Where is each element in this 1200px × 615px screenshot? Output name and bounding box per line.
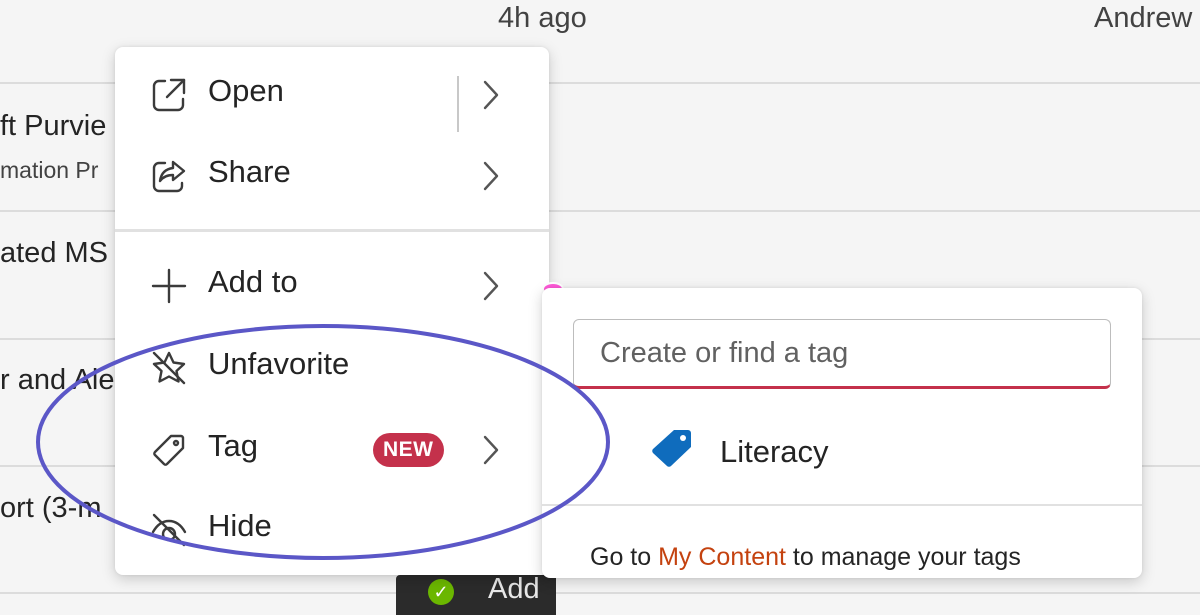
row-3-title[interactable]: ated MS (0, 237, 108, 270)
manage-tags-footer: Go to My Content to manage your tags (590, 543, 1021, 572)
row-2-subtitle: mation Pr (0, 157, 99, 183)
row-5-title[interactable]: ort (3-m (0, 492, 102, 525)
open-external-icon (149, 75, 189, 115)
row-2-title[interactable]: ft Purvie (0, 110, 106, 143)
menu-item-unfavorite[interactable]: Unfavorite (115, 332, 549, 402)
menu-divider (115, 229, 549, 232)
menu-item-label: Tag (208, 428, 258, 463)
chevron-right-icon (479, 433, 503, 467)
menu-item-open[interactable]: Open (115, 59, 549, 132)
share-icon (149, 156, 189, 196)
context-menu: Open Share Add to Unfavorite Tag NEW Hid… (115, 47, 549, 575)
panel-divider (542, 504, 1142, 506)
chevron-right-icon (479, 269, 503, 303)
row-1-time: 4h ago (498, 2, 587, 34)
footer-suffix: to manage your tags (792, 543, 1021, 571)
footer-prefix: Go to (590, 543, 652, 571)
new-badge: NEW (373, 433, 444, 467)
chevron-right-icon (479, 159, 503, 193)
tag-submenu: Literacy Go to My Content to manage your… (542, 288, 1142, 578)
toast-notification: ✓ Add (396, 573, 556, 615)
toast-text: Add (488, 573, 540, 605)
menu-item-hide[interactable]: Hide (115, 494, 549, 564)
menu-item-label: Share (208, 154, 291, 189)
star-off-icon (149, 348, 189, 388)
row-4-title[interactable]: r and Ale (0, 364, 114, 397)
checkmark-icon: ✓ (428, 579, 454, 605)
eye-hide-icon (149, 510, 189, 550)
tag-search-input[interactable] (573, 319, 1111, 389)
menu-item-label: Unfavorite (208, 346, 350, 381)
menu-item-label: Hide (208, 508, 272, 543)
tag-icon (149, 430, 189, 470)
chevron-right-icon[interactable] (479, 78, 503, 112)
tag-label: Literacy (720, 434, 829, 469)
menu-item-label: Add to (208, 264, 298, 299)
tag-item-literacy[interactable]: Literacy (542, 418, 1142, 488)
row-1-owner: Andrew (1094, 2, 1193, 34)
row-divider (0, 592, 1200, 594)
tag-filled-icon (650, 428, 694, 468)
split-divider (457, 76, 459, 132)
menu-item-share[interactable]: Share (115, 140, 549, 210)
menu-item-tag[interactable]: Tag NEW (115, 414, 549, 484)
menu-item-label: Open (208, 73, 284, 108)
my-content-link[interactable]: My Content (658, 543, 786, 571)
plus-icon (149, 266, 189, 306)
menu-item-add-to[interactable]: Add to (115, 250, 549, 320)
